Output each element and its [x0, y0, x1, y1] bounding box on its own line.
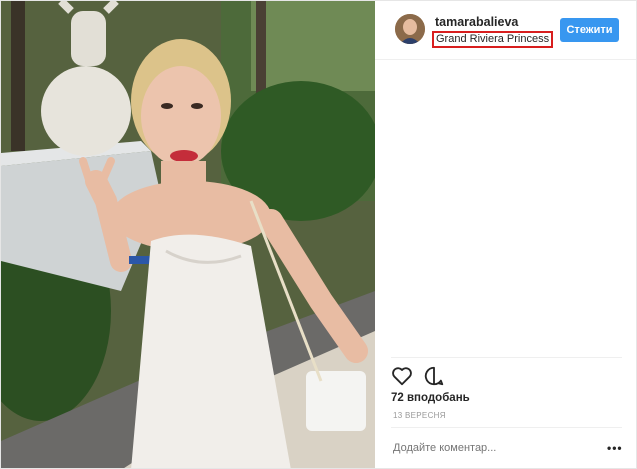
- divider: [391, 357, 622, 358]
- post-header: tamarabalieva Grand Riviera Princess Сте…: [375, 1, 636, 60]
- divider: [391, 427, 622, 428]
- username[interactable]: tamarabalieva: [435, 15, 518, 29]
- heart-icon[interactable]: [391, 365, 413, 387]
- post-sidebar: tamarabalieva Grand Riviera Princess Сте…: [375, 1, 636, 468]
- more-options-icon[interactable]: •••: [607, 441, 623, 455]
- post-date: 13 ВЕРЕСНЯ: [393, 411, 446, 420]
- location-link[interactable]: Grand Riviera Princess: [432, 31, 554, 48]
- follow-button[interactable]: Стежити: [560, 18, 619, 42]
- likes-count[interactable]: 72 вподобань: [391, 392, 470, 404]
- avatar[interactable]: [395, 14, 425, 44]
- comment-input[interactable]: [393, 442, 573, 454]
- post-photo[interactable]: [1, 1, 375, 468]
- comment-icon[interactable]: [423, 365, 445, 387]
- instagram-post: tamarabalieva Grand Riviera Princess Сте…: [0, 0, 637, 469]
